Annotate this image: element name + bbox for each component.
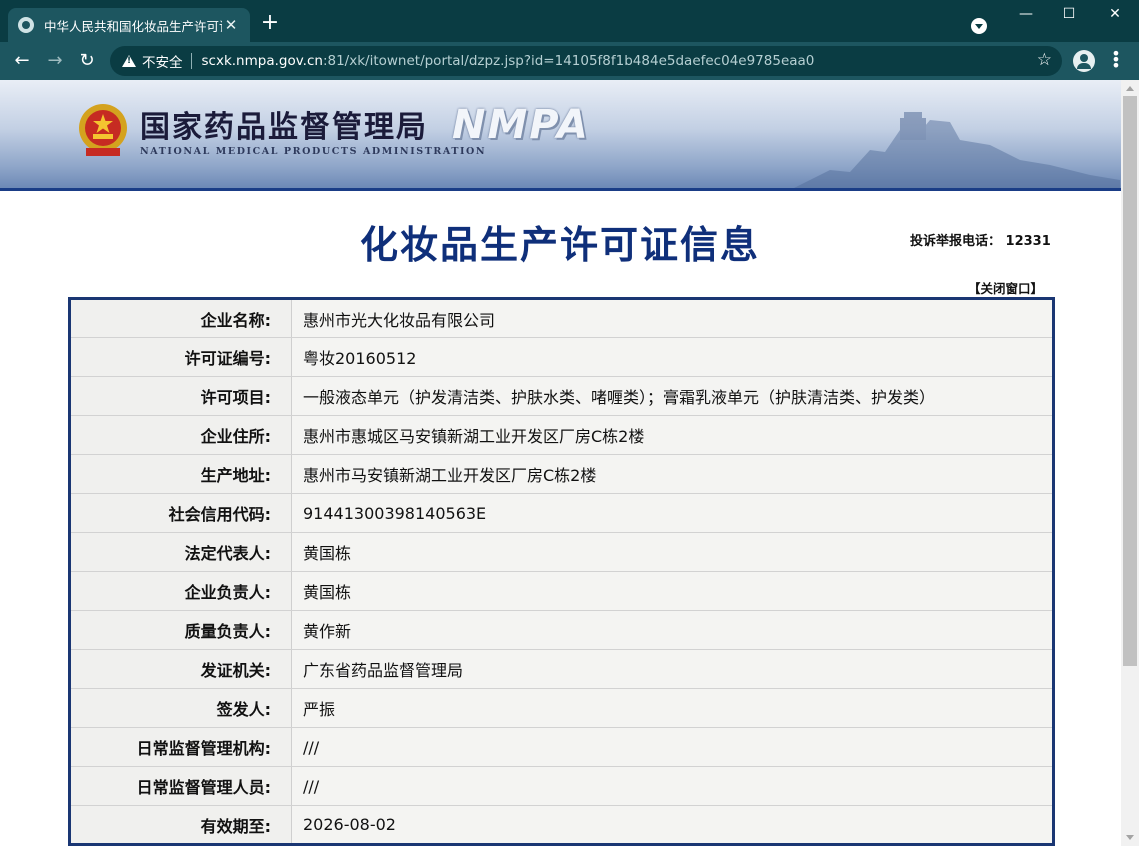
row-value: /// [291,727,1054,767]
forward-arrow-icon[interactable]: → [43,49,67,73]
table-row: 有效期至: 2026-08-02 [69,805,1054,845]
scroll-down-icon[interactable] [1126,835,1134,840]
table-row: 许可项目: 一般液态单元（护发清洁类、护肤水类、啫喱类）；膏霜乳液单元（护肤清洁类… [69,376,1054,416]
row-label: 日常监督管理机构: [69,727,292,767]
reload-icon[interactable]: ↻ [75,49,99,73]
row-value: 2026-08-02 [291,805,1054,845]
row-label: 质量负责人: [69,610,292,650]
browser-tab[interactable]: 中华人民共和国化妆品生产许可证 ✕ [8,8,250,42]
row-value: 惠州市惠城区马安镇新湖工业开发区厂房C栋2楼 [291,415,1054,455]
row-label: 许可项目: [69,376,292,416]
row-label: 日常监督管理人员: [69,766,292,806]
row-value: 黄作新 [291,610,1054,650]
page-title: 化妆品生产许可证信息 [360,223,761,267]
page-viewport: 国家药品监督管理局 NATIONAL MEDICAL PRODUCTS ADMI… [0,80,1121,846]
row-value: 粤妆20160512 [291,337,1054,377]
row-value: 严振 [291,688,1054,728]
site-banner: 国家药品监督管理局 NATIONAL MEDICAL PRODUCTS ADMI… [0,80,1121,191]
table-row: 发证机关: 广东省药品监督管理局 [69,649,1054,689]
warning-icon[interactable] [122,55,136,67]
row-value: 广东省药品监督管理局 [291,649,1054,689]
table-row: 许可证编号: 粤妆20160512 [69,337,1054,377]
table-row: 法定代表人: 黄国栋 [69,532,1054,572]
org-abbr-logo: NMPA [452,102,590,148]
great-wall-graphic [794,112,1120,188]
security-label[interactable]: 不安全 [142,51,183,71]
license-info-table: 企业名称: 惠州市光大化妆品有限公司 许可证编号: 粤妆20160512 许可项目: 一般… [68,297,1055,846]
address-bar[interactable]: 不安全 scxk.nmpa.gov.cn:81/xk/itownet/porta… [110,46,1062,76]
table-row: 社会信用代码: 91441300398140563E [69,493,1054,533]
globe-icon [18,17,34,33]
table-row: 企业住所: 惠州市惠城区马安镇新湖工业开发区厂房C栋2楼 [69,415,1054,455]
close-window-icon[interactable]: ✕ [1100,6,1130,22]
row-label: 有效期至: [69,805,292,845]
row-label: 发证机关: [69,649,292,689]
tab-search-dropdown-icon[interactable] [971,18,987,34]
tab-close-icon[interactable]: ✕ [222,16,240,34]
org-name-en: NATIONAL MEDICAL PRODUCTS ADMINISTRATION [140,146,487,157]
scrollbar-thumb[interactable] [1123,96,1137,666]
row-value: 惠州市马安镇新湖工业开发区厂房C栋2楼 [291,454,1054,494]
table-row: 生产地址: 惠州市马安镇新湖工业开发区厂房C栋2楼 [69,454,1054,494]
org-name-cn: 国家药品监督管理局 [140,110,428,145]
row-value: 一般液态单元（护发清洁类、护肤水类、啫喱类）；膏霜乳液单元（护肤清洁类、护发类） [291,376,1054,416]
address-separator [190,53,192,69]
star-icon[interactable]: ☆ [1037,50,1052,70]
row-value: 黄国栋 [291,532,1054,572]
back-arrow-icon[interactable]: ← [10,49,34,73]
row-label: 企业住所: [69,415,292,455]
row-label: 签发人: [69,688,292,728]
table-row: 签发人: 严振 [69,688,1054,728]
table-row: 日常监督管理人员:/// [69,766,1054,806]
avatar-icon[interactable] [1073,50,1095,72]
row-label: 生产地址: [69,454,292,494]
kebab-menu-icon[interactable]: • • • [1108,46,1124,74]
row-label: 法定代表人: [69,532,292,572]
complaint-hotline: 投诉举报电话： 12331 [910,234,1051,249]
row-label: 社会信用代码: [69,493,292,533]
browser-titlebar: 中华人民共和国化妆品生产许可证 ✕ + — ☐ ✕ [0,0,1139,42]
row-value: 91441300398140563E [291,493,1054,533]
url-host[interactable]: scxk.nmpa.gov.cn [202,53,323,69]
tab-title: 中华人民共和国化妆品生产许可证 [44,18,222,34]
maximize-icon[interactable]: ☐ [1054,6,1084,22]
new-tab-button[interactable]: + [258,12,282,36]
browser-toolbar: ← → ↻ 不安全 scxk.nmpa.gov.cn:81/xk/itownet… [0,42,1139,80]
scroll-up-icon[interactable] [1126,86,1134,91]
row-label: 企业负责人: [69,571,292,611]
row-value: /// [291,766,1054,806]
vertical-scrollbar[interactable] [1121,80,1139,846]
row-label: 企业名称: [69,298,292,338]
minimize-icon[interactable]: — [1011,6,1041,22]
row-value: 惠州市光大化妆品有限公司 [291,298,1054,338]
close-window-link[interactable]: 【关闭窗口】 [968,278,1043,297]
table-row: 企业名称: 惠州市光大化妆品有限公司 [69,298,1054,338]
url-path[interactable]: :81/xk/itownet/portal/dzpz.jsp?id=14105f… [323,53,814,69]
row-value: 黄国栋 [291,571,1054,611]
table-row: 日常监督管理机构:/// [69,727,1054,767]
row-label: 许可证编号: [69,337,292,377]
table-row: 质量负责人: 黄作新 [69,610,1054,650]
national-emblem-icon [79,104,127,156]
table-row: 企业负责人: 黄国栋 [69,571,1054,611]
